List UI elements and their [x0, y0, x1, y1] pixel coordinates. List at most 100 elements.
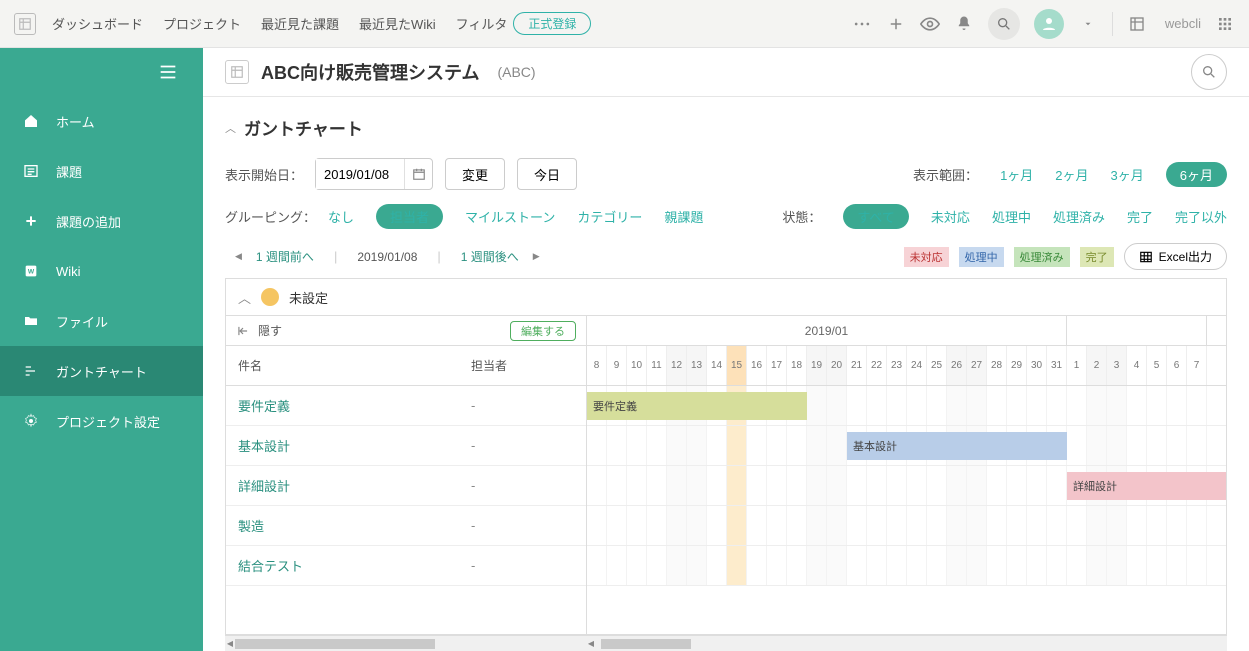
day-header: 9: [607, 346, 627, 385]
state-pending[interactable]: 未対応: [931, 207, 970, 226]
change-button[interactable]: 変更: [445, 158, 505, 190]
hscroll-right[interactable]: ◀: [586, 635, 1227, 651]
gantt-bar[interactable]: 詳細設計: [1067, 472, 1226, 500]
gantt-left-header: 隠す 編集する: [226, 316, 586, 346]
gantt-bar[interactable]: 要件定義: [587, 392, 807, 420]
assignee-cell: -: [471, 478, 586, 493]
state-complete[interactable]: 完了: [1127, 207, 1153, 226]
table-row: 製造-: [226, 506, 586, 546]
top-nav: ダッシュボード プロジェクト 最近見た課題 最近見たWiki フィルタ: [52, 14, 507, 33]
more-icon[interactable]: [852, 14, 872, 34]
gantt-left-pane: 隠す 編集する 件名 担当者 要件定義-基本設計-詳細設計-製造-結合テスト-: [226, 316, 587, 634]
avatar[interactable]: [1034, 9, 1064, 39]
range-1m[interactable]: 1ヶ月: [1000, 165, 1033, 184]
day-header: 5: [1147, 346, 1167, 385]
state-options: 状態： すべて 未対応 処理中 処理済み 完了 完了以外: [782, 204, 1227, 229]
nav-filter[interactable]: フィルタ: [456, 14, 508, 33]
app-logo[interactable]: [14, 13, 36, 35]
gantt-row: [587, 506, 1226, 546]
space-icon[interactable]: [1127, 14, 1147, 34]
project-icon: [225, 60, 249, 84]
group-parent[interactable]: 親課題: [664, 207, 703, 226]
watch-icon[interactable]: [920, 14, 940, 34]
sidebar-item-label: プロジェクト設定: [56, 412, 160, 431]
gantt-left-columns: 件名 担当者: [226, 346, 586, 386]
prev-week-link[interactable]: 1 週間前へ: [256, 248, 314, 265]
issue-link[interactable]: 製造: [226, 516, 471, 535]
next-week-link[interactable]: 1 週間後へ: [461, 248, 519, 265]
sidebar-item-add-issue[interactable]: 課題の追加: [0, 196, 203, 246]
gantt-bar[interactable]: 基本設計: [847, 432, 1067, 460]
issue-link[interactable]: 要件定義: [226, 396, 471, 415]
issue-link[interactable]: 基本設計: [226, 436, 471, 455]
day-header: 29: [1007, 346, 1027, 385]
sidebar-item-home[interactable]: ホーム: [0, 96, 203, 146]
sidebar-item-settings[interactable]: プロジェクト設定: [0, 396, 203, 446]
gantt-day-row: 8910111213141516171819202122232425262728…: [587, 346, 1226, 386]
range-6m[interactable]: 6ヶ月: [1166, 162, 1227, 187]
bell-icon[interactable]: [954, 14, 974, 34]
nav-dashboard[interactable]: ダッシュボード: [52, 14, 143, 33]
start-date-input[interactable]: [316, 159, 404, 189]
week-nav-row: ◀ 1 週間前へ 2019/01/08 1 週間後へ ▶ 未対応 処理中 処理済…: [225, 243, 1227, 270]
group-category[interactable]: カテゴリー: [577, 207, 642, 226]
project-name: ABC向け販売管理システム: [261, 59, 479, 85]
page-title: ガントチャート: [244, 115, 363, 140]
project-header: ABC向け販売管理システム (ABC): [203, 48, 1249, 96]
range-2m[interactable]: 2ヶ月: [1055, 165, 1088, 184]
today-button[interactable]: 今日: [517, 158, 577, 190]
global-search-button[interactable]: [988, 8, 1020, 40]
avatar-caret-icon[interactable]: [1078, 14, 1098, 34]
group-assignee[interactable]: 担当者: [376, 204, 443, 229]
gantt-right-pane: 2019/01 89101112131415161718192021222324…: [587, 316, 1226, 634]
state-all[interactable]: すべて: [843, 204, 909, 229]
wiki-icon: W: [22, 262, 40, 280]
sidebar-toggle[interactable]: [0, 48, 203, 96]
unassigned-user-icon: [261, 288, 279, 306]
day-header: 27: [967, 346, 987, 385]
sidebar-item-files[interactable]: ファイル: [0, 296, 203, 346]
group-none[interactable]: なし: [328, 207, 354, 226]
issue-link[interactable]: 詳細設計: [226, 476, 471, 495]
day-header: 12: [667, 346, 687, 385]
issue-link[interactable]: 結合テスト: [226, 556, 471, 575]
excel-label: Excel出力: [1159, 248, 1212, 265]
day-header: 19: [807, 346, 827, 385]
state-processed[interactable]: 処理済み: [1053, 207, 1105, 226]
state-processing[interactable]: 処理中: [992, 207, 1031, 226]
apps-icon[interactable]: [1215, 14, 1235, 34]
calendar-icon[interactable]: [404, 159, 432, 189]
project-search-button[interactable]: [1191, 54, 1227, 90]
nav-projects[interactable]: プロジェクト: [163, 14, 241, 33]
day-header: 2: [1087, 346, 1107, 385]
sidebar-item-wiki[interactable]: W Wiki: [0, 246, 203, 296]
sidebar-item-label: ファイル: [56, 312, 108, 331]
day-header: 17: [767, 346, 787, 385]
table-row: 基本設計-: [226, 426, 586, 466]
sidebar-item-gantt[interactable]: ガントチャート: [0, 346, 203, 396]
edit-button[interactable]: 編集する: [510, 321, 576, 341]
day-header: 23: [887, 346, 907, 385]
day-header: 28: [987, 346, 1007, 385]
add-icon[interactable]: [886, 14, 906, 34]
range-3m[interactable]: 3ヶ月: [1111, 165, 1144, 184]
hscroll-left[interactable]: ◀: [225, 635, 586, 651]
group-milestone[interactable]: マイルストーン: [465, 207, 555, 226]
table-row: 結合テスト-: [226, 546, 586, 586]
register-button[interactable]: 正式登録: [513, 12, 591, 35]
hide-columns-link[interactable]: 隠す: [258, 322, 282, 339]
nav-recent-issues[interactable]: 最近見た課題: [261, 14, 339, 33]
legend-processing: 処理中: [959, 247, 1004, 267]
control-row-2: グルーピング： なし 担当者 マイルストーン カテゴリー 親課題 状態： すべて…: [225, 204, 1227, 229]
sidebar-item-label: Wiki: [56, 264, 81, 279]
nav-recent-wiki[interactable]: 最近見たWiki: [359, 14, 436, 33]
assignee-cell: -: [471, 438, 586, 453]
gantt-row: 詳細設計: [587, 466, 1226, 506]
excel-export-button[interactable]: Excel出力: [1124, 243, 1227, 270]
sidebar-item-issues[interactable]: 課題: [0, 146, 203, 196]
chevron-up-icon[interactable]: ︿: [225, 120, 236, 136]
sidebar-item-label: 課題の追加: [56, 212, 121, 231]
collapse-left-icon[interactable]: [236, 324, 250, 338]
state-notcomplete[interactable]: 完了以外: [1175, 207, 1227, 226]
group-collapse-icon[interactable]: ︿: [238, 288, 251, 307]
